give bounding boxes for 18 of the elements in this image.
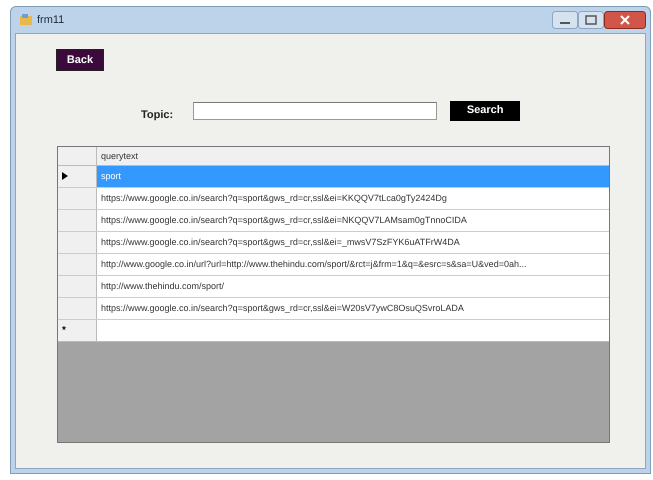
new-row-marker: *: [62, 324, 66, 338]
table-cell[interactable]: https://www.google.co.in/search?q=sport&gws_rd=cr,ssl&ei=W20sV7ywC8OsuQSvroLADA: [97, 298, 609, 319]
new-row-cell[interactable]: [97, 320, 609, 341]
search-button[interactable]: Search: [450, 100, 520, 120]
topic-field[interactable]: [193, 102, 438, 120]
close-icon[interactable]: [604, 11, 646, 29]
window-title: frm11: [37, 12, 64, 28]
table-cell[interactable]: https://www.google.co.in/search?q=sport&gws_rd=cr,ssl&ei=NKQQV7LAMsam0gTnnoCIDA: [97, 210, 609, 231]
table-cell[interactable]: https://www.google.co.in/search?q=sport&gws_rd=cr,ssl&ei=KKQQV7tLca0gTy2424Dg: [97, 188, 609, 209]
table-cell[interactable]: http://www.google.co.in/url?url=http://www.thehindu.com/sport/&rct=j&frm=1&q=&esrc=s&sa=U&ved=0ah...: [97, 254, 609, 275]
row-header[interactable]: [58, 166, 97, 187]
minimize-icon[interactable]: [552, 11, 578, 29]
app-icon: [19, 13, 33, 27]
topic-label: Topic:: [141, 108, 174, 124]
table-cell[interactable]: https://www.google.co.in/search?q=sport&gws_rd=cr,ssl&ei=_mwsV7SzFYK6uATFrW4DA: [97, 232, 609, 253]
maximize-icon[interactable]: [578, 11, 604, 29]
back-button[interactable]: Back: [56, 49, 104, 72]
table-cell[interactable]: http://www.thehindu.com/sport/: [97, 276, 609, 297]
